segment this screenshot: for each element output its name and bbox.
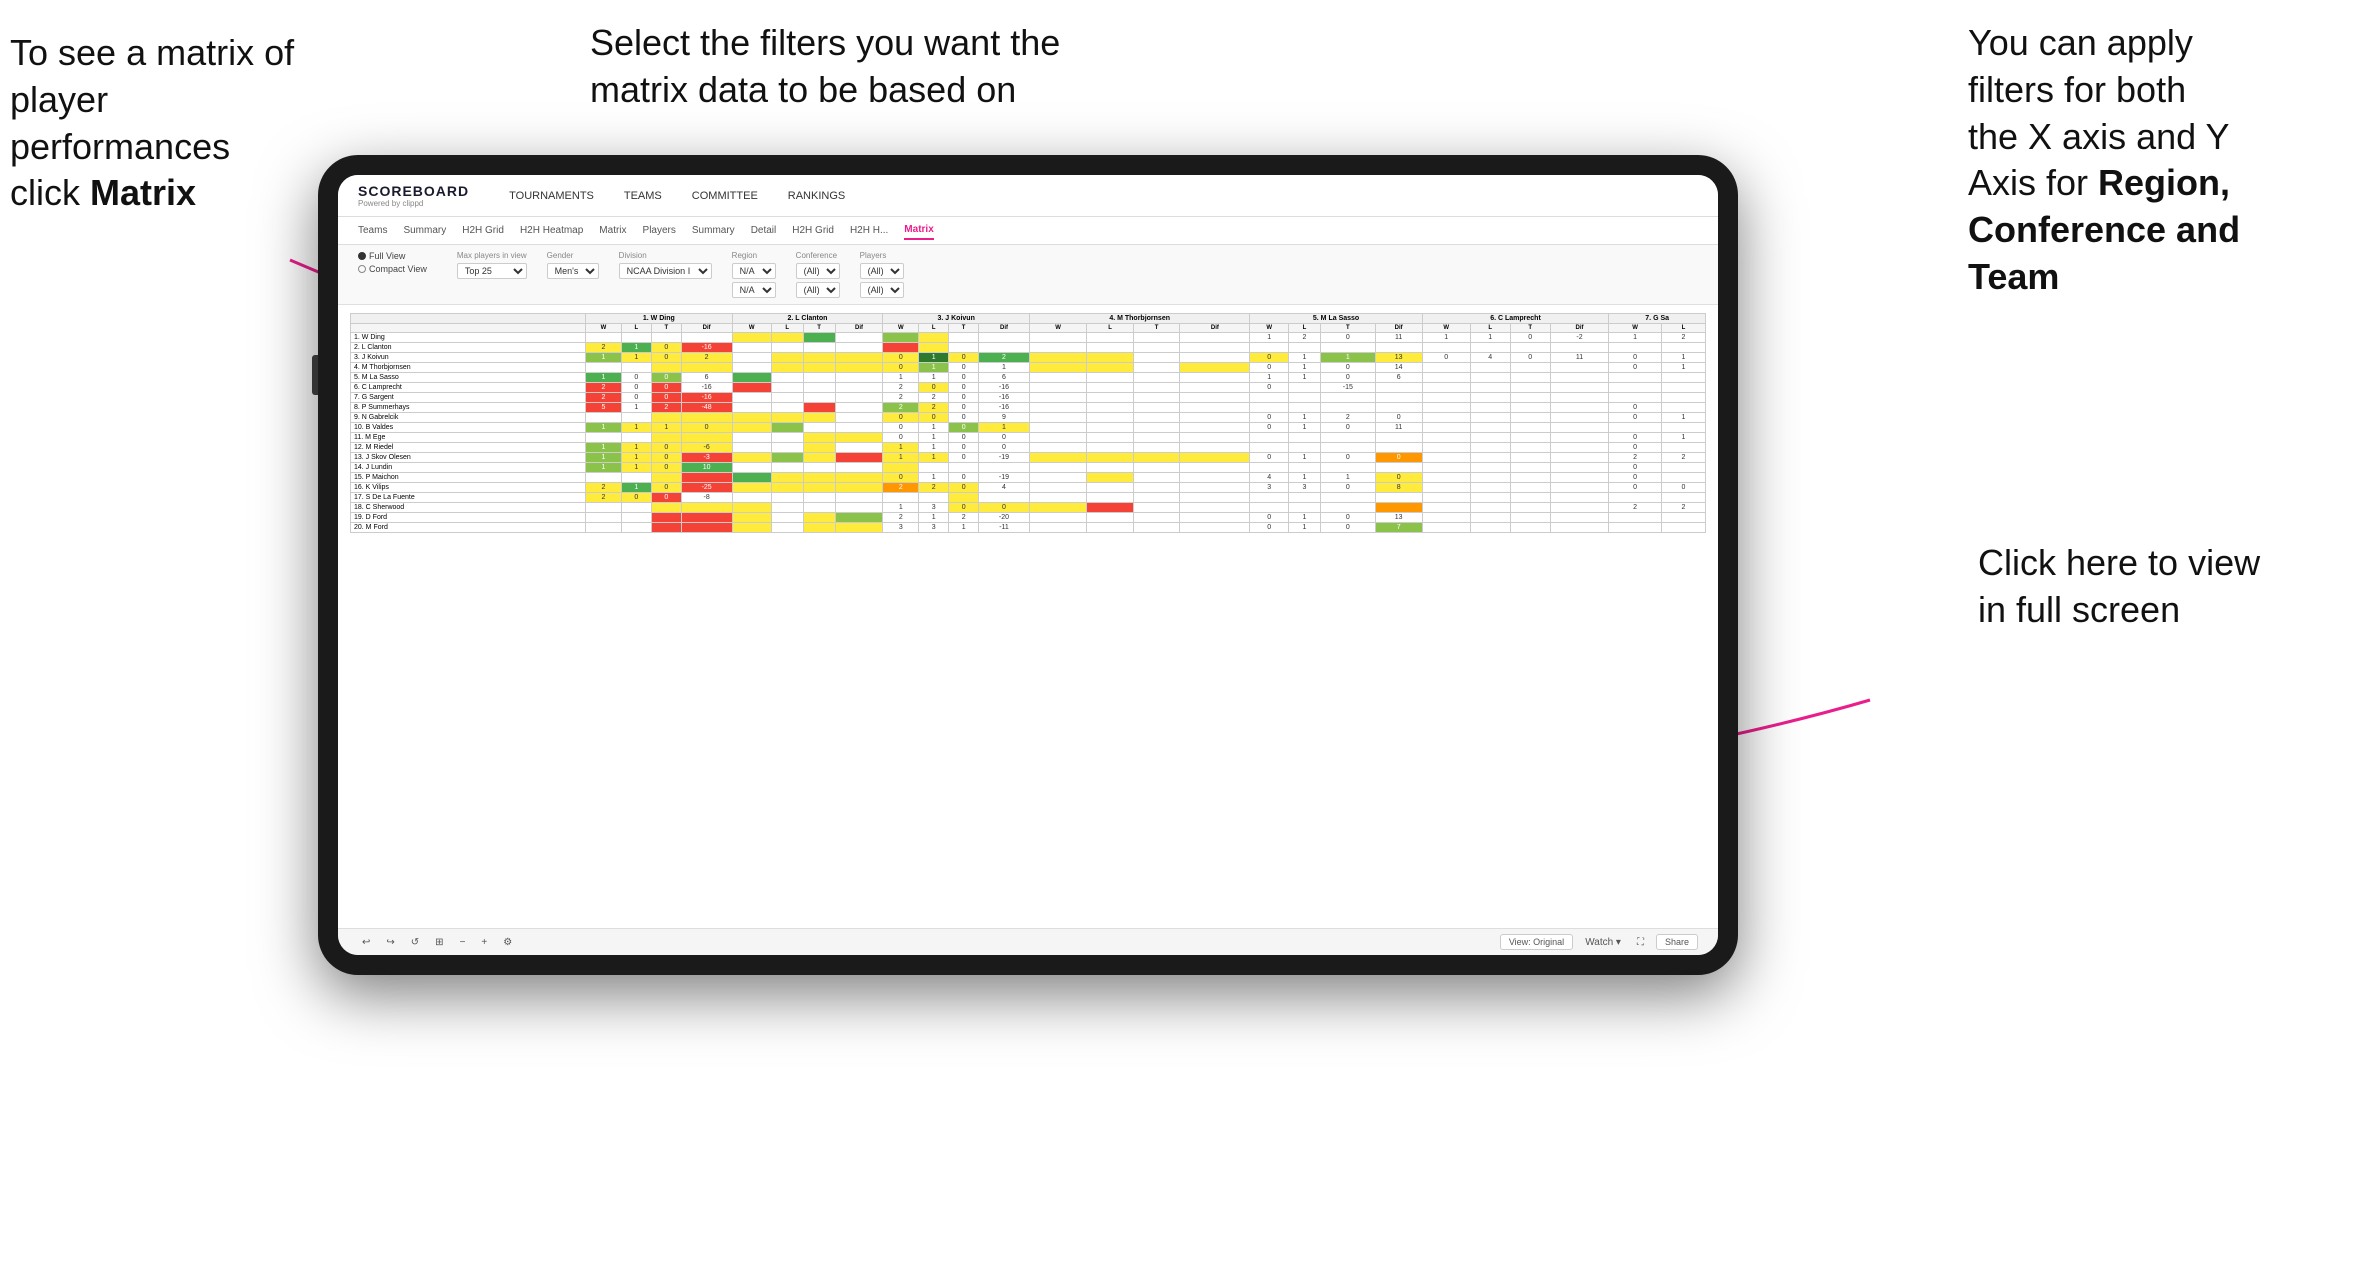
max-players-select[interactable]: Top 25	[457, 263, 527, 279]
table-row: 9. N Gabrelcik0009012001	[351, 413, 1706, 423]
filter-max-players: Max players in view Top 25	[457, 251, 527, 279]
undo-button[interactable]: ↩	[358, 935, 374, 950]
settings-button[interactable]: ⚙	[499, 935, 516, 950]
division-select[interactable]: NCAA Division I	[619, 263, 712, 279]
view-original-button[interactable]: View: Original	[1500, 934, 1573, 950]
table-row: 13. J Skov Olesen110-3110-19010022	[351, 453, 1706, 463]
toolbar-right: View: Original Watch ▾ ⛶ Share	[1500, 934, 1698, 950]
table-row: 6. C Lamprecht200-16200-160-15	[351, 383, 1706, 393]
nav-tournaments[interactable]: TOURNAMENTS	[509, 186, 594, 206]
players-select-1[interactable]: (All)	[860, 263, 904, 279]
region-select-1[interactable]: N/A	[732, 263, 776, 279]
table-row: 20. M Ford331-110107	[351, 523, 1706, 533]
filter-players: Players (All) (All)	[860, 251, 904, 298]
table-row: 3. J Koivun11020102011130401101	[351, 353, 1706, 363]
table-row: 15. P Maichon010-1941100	[351, 473, 1706, 483]
filters-row: Full View Compact View Max players in vi…	[338, 245, 1718, 305]
table-row: 11. M Ege010001	[351, 433, 1706, 443]
col-header-3: 3. J Koivun	[883, 314, 1029, 324]
col-header-5: 5. M La Sasso	[1250, 314, 1422, 324]
table-row: 7. G Sargent200-16220-16	[351, 393, 1706, 403]
zoom-plus-button[interactable]: +	[477, 935, 491, 950]
table-row: 10. B Valdes1110010101011	[351, 423, 1706, 433]
zoom-minus-button[interactable]: −	[456, 935, 470, 950]
nav-committee[interactable]: COMMITTEE	[692, 186, 758, 206]
table-row: 16. K Vilips210-252204330800	[351, 483, 1706, 493]
fullscreen-button[interactable]: ⛶	[1633, 935, 1648, 950]
filter-region: Region N/A N/A	[732, 251, 776, 298]
subnav-players[interactable]: Players	[643, 222, 676, 239]
full-view-radio[interactable]	[358, 252, 366, 260]
table-row: 18. C Sherwood130022	[351, 503, 1706, 513]
gender-select[interactable]: Men's	[547, 263, 599, 279]
nav-rankings[interactable]: RANKINGS	[788, 186, 845, 206]
col-header-2: 2. L Clanton	[732, 314, 883, 324]
table-row: 2. L Clanton210-16	[351, 343, 1706, 353]
logo-subtitle: Powered by clippd	[358, 199, 469, 208]
logo: SCOREBOARD Powered by clippd	[358, 183, 469, 208]
compact-view-radio[interactable]	[358, 265, 366, 273]
annotation-top-left: To see a matrix of player performances c…	[10, 30, 330, 217]
toolbar-left: ↩ ↪ ↺ ⊞ − + ⚙	[358, 935, 516, 950]
subnav-h2h-h[interactable]: H2H H...	[850, 222, 888, 239]
annotation-top-center: Select the filters you want the matrix d…	[590, 20, 1070, 114]
compact-view-option[interactable]: Compact View	[358, 264, 427, 274]
region-select-2[interactable]: N/A	[732, 282, 776, 298]
subnav-matrix2[interactable]: Matrix	[904, 221, 933, 240]
col-header-empty	[351, 314, 586, 324]
share-button[interactable]: Share	[1656, 934, 1698, 950]
table-row: 17. S De La Fuente200-8	[351, 493, 1706, 503]
matrix-table: 1. W Ding 2. L Clanton 3. J Koivun 4. M …	[350, 313, 1706, 533]
annotation-top-right: You can apply filters for both the X axi…	[1968, 20, 2348, 301]
subnav-h2h-grid[interactable]: H2H Grid	[462, 222, 504, 239]
tablet: SCOREBOARD Powered by clippd TOURNAMENTS…	[318, 155, 1738, 975]
table-row: 8. P Summerhays512-48220-160	[351, 403, 1706, 413]
tablet-side-button	[312, 355, 318, 395]
table-row: 12. M Riedel110-611000	[351, 443, 1706, 453]
subnav-matrix[interactable]: Matrix	[599, 222, 626, 239]
grid-button[interactable]: ⊞	[431, 935, 447, 950]
watch-button[interactable]: Watch ▾	[1581, 935, 1625, 950]
col-header-1: 1. W Ding	[586, 314, 732, 324]
nav-teams[interactable]: TEAMS	[624, 186, 662, 206]
subnav-summary[interactable]: Summary	[403, 222, 446, 239]
annotation-bottom-right: Click here to view in full screen	[1978, 540, 2318, 634]
tablet-screen: SCOREBOARD Powered by clippd TOURNAMENTS…	[338, 175, 1718, 955]
table-row: 4. M Thorbjornsen01010101401	[351, 363, 1706, 373]
conference-select-2[interactable]: (All)	[796, 282, 840, 298]
sub-navigation: Teams Summary H2H Grid H2H Heatmap Matri…	[338, 217, 1718, 245]
table-row: 5. M La Sasso100611061106	[351, 373, 1706, 383]
col-header-7: 7. G Sa	[1609, 314, 1706, 324]
players-select-2[interactable]: (All)	[860, 282, 904, 298]
view-options: Full View Compact View	[358, 251, 427, 274]
table-row: 1. W Ding12011110-212	[351, 333, 1706, 343]
subnav-detail[interactable]: Detail	[751, 222, 777, 239]
redo-button[interactable]: ↪	[382, 935, 398, 950]
subnav-teams[interactable]: Teams	[358, 222, 387, 239]
refresh-button[interactable]: ↺	[407, 935, 423, 950]
filter-conference: Conference (All) (All)	[796, 251, 840, 298]
subnav-summary2[interactable]: Summary	[692, 222, 735, 239]
top-navigation: SCOREBOARD Powered by clippd TOURNAMENTS…	[338, 175, 1718, 217]
filter-division: Division NCAA Division I	[619, 251, 712, 279]
subnav-h2h-heatmap[interactable]: H2H Heatmap	[520, 222, 583, 239]
conference-select-1[interactable]: (All)	[796, 263, 840, 279]
full-view-option[interactable]: Full View	[358, 251, 427, 261]
matrix-content[interactable]: 1. W Ding 2. L Clanton 3. J Koivun 4. M …	[338, 305, 1718, 928]
logo-title: SCOREBOARD	[358, 183, 469, 199]
col-header-6: 6. C Lamprecht	[1422, 314, 1609, 324]
bottom-toolbar: ↩ ↪ ↺ ⊞ − + ⚙ View: Original Watch ▾ ⛶ S…	[338, 928, 1718, 955]
table-row: 19. D Ford212-2001013	[351, 513, 1706, 523]
col-header-4: 4. M Thorbjornsen	[1029, 314, 1250, 324]
filter-gender: Gender Men's	[547, 251, 599, 279]
subnav-h2h-grid2[interactable]: H2H Grid	[792, 222, 834, 239]
table-row: 14. J Lundin110100	[351, 463, 1706, 473]
